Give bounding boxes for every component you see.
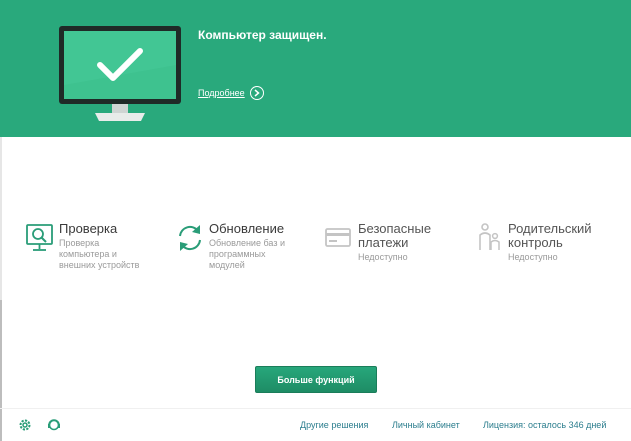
chevron-right-icon (249, 86, 264, 100)
tile-scan-title: Проверка (59, 221, 118, 236)
scan-icon (26, 224, 53, 251)
tile-parental-control-title-line1: Родительский (508, 221, 592, 236)
parental-control-icon (479, 223, 500, 250)
tile-scan-subtitle-line2: компьютера и (59, 249, 117, 259)
settings-icon[interactable] (18, 418, 32, 432)
more-tools-button[interactable]: Больше функций (255, 366, 377, 393)
details-link[interactable]: Подробнее (198, 86, 264, 100)
tile-safe-payments-title-line2: платежи (358, 235, 409, 250)
tile-update[interactable]: Обновление Обновление баз и программных … (175, 222, 285, 271)
tile-parental-control-status: Недоступно (508, 252, 558, 262)
my-account-link[interactable]: Личный кабинет (392, 420, 460, 430)
status-banner: Компьютер защищен. Подробнее (0, 0, 631, 137)
monitor-check-icon (59, 26, 181, 121)
tile-parental-control-title-line2: контроль (508, 235, 563, 250)
details-link-label: Подробнее (198, 88, 245, 98)
update-icon (179, 225, 201, 251)
tile-scan[interactable]: Проверка Проверка компьютера и внешних у… (25, 222, 139, 271)
tile-safe-payments-status: Недоступно (358, 252, 408, 262)
tile-update-subtitle-line1: Обновление баз и (209, 238, 285, 248)
license-link[interactable]: Лицензия: осталось 346 дней (483, 420, 606, 430)
safe-money-icon (325, 228, 351, 247)
status-title: Компьютер защищен. (198, 28, 327, 42)
tile-parental-control[interactable]: Родительский контроль Недоступно (474, 222, 592, 263)
tile-scan-subtitle-line1: Проверка (59, 238, 100, 248)
footer-divider (0, 408, 631, 409)
support-icon[interactable] (47, 418, 61, 432)
tile-safe-payments-title-line1: Безопасные (358, 221, 432, 236)
other-solutions-link[interactable]: Другие решения (300, 420, 368, 430)
tile-scan-subtitle-line3: внешних устройств (59, 260, 140, 270)
tile-safe-payments[interactable]: Безопасные платежи Недоступно (324, 222, 431, 263)
tile-update-subtitle-line2: программных (209, 249, 266, 259)
tile-update-title: Обновление (209, 221, 285, 236)
tile-update-subtitle-line3: модулей (209, 260, 245, 270)
